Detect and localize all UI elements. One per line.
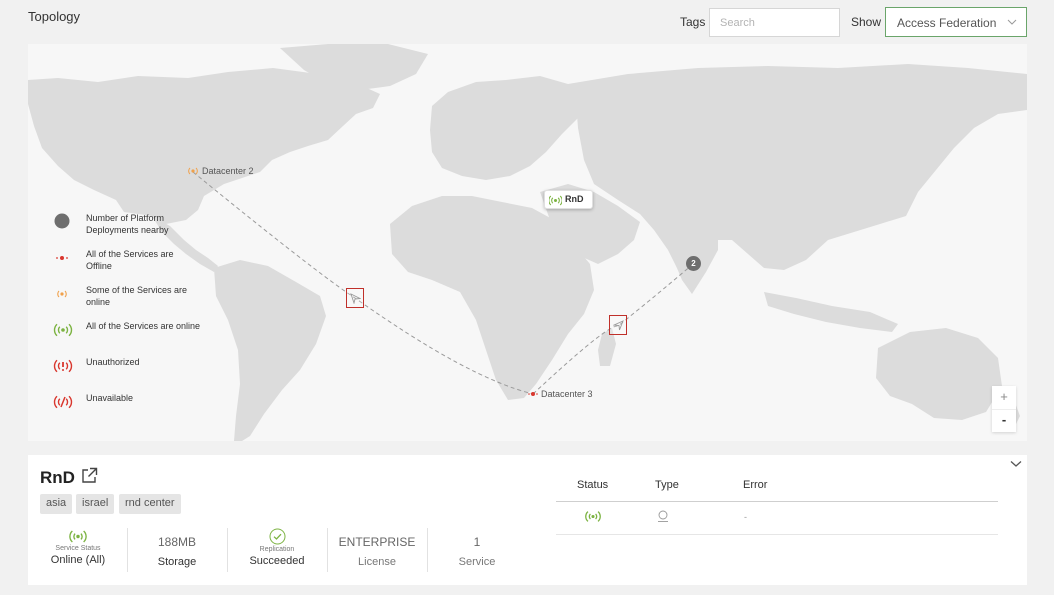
plane-icon <box>613 320 624 331</box>
land-north-america <box>28 68 380 224</box>
tag-chip: asia <box>40 494 73 514</box>
check-circle-icon <box>269 528 285 545</box>
offline-dot-icon[interactable] <box>528 392 538 396</box>
table-header-divider <box>556 501 998 502</box>
land-australia <box>876 328 1002 420</box>
column-header-error[interactable]: Error <box>743 479 767 491</box>
online-signal-icon <box>69 530 87 543</box>
table-row-error: - <box>744 512 747 522</box>
tag-chip: israel <box>76 494 115 514</box>
legend-item: All of the Services are Offline <box>52 248 202 278</box>
rnd-marker-label: RnD <box>565 194 584 204</box>
service-count-label: Service <box>458 556 496 568</box>
datacenter3-label[interactable]: Datacenter 3 <box>541 389 593 399</box>
chevron-down-icon <box>1007 19 1017 25</box>
deployment-title: RnD <box>40 468 75 487</box>
land-europe <box>430 76 584 180</box>
legend-item: Unauthorized <box>52 356 202 386</box>
land-asia <box>568 64 1027 276</box>
column-header-type[interactable]: Type <box>655 479 679 491</box>
divider <box>427 528 428 572</box>
online-signal-icon <box>585 511 601 522</box>
external-link-icon[interactable] <box>81 467 98 484</box>
legend-item-label: Some of the Services are online <box>86 285 188 307</box>
land-south-america <box>214 260 326 441</box>
service-count-stat: 1 Service <box>438 527 516 575</box>
service-status-value: Online (All) <box>50 554 106 566</box>
legend-item-label: Number of Platform Deployments nearby <box>86 213 169 235</box>
unauthorized-signal-icon <box>53 359 73 373</box>
zoom-in-button[interactable]: + <box>992 386 1016 409</box>
partial-signal-icon <box>57 290 67 298</box>
topology-map[interactable]: Datacenter 2 Datacenter 3 RnD 2 Number o… <box>28 44 1027 441</box>
legend-item: Some of the Services are online <box>52 284 202 314</box>
legend-item-label: All of the Services are online <box>86 321 201 331</box>
table-row-type[interactable] <box>657 510 669 528</box>
table-row-status[interactable] <box>584 510 602 528</box>
deployment-details-panel: RnD asia israel rnd center Service Statu… <box>28 455 1027 585</box>
cluster-count-marker[interactable]: 2 <box>686 256 701 271</box>
legend-item: Unavailable <box>52 392 202 422</box>
online-signal-icon <box>53 323 73 337</box>
chevron-down-icon[interactable] <box>1010 460 1022 468</box>
replication-stat: Replication Succeeded <box>238 527 316 575</box>
tags-search-input[interactable] <box>709 8 840 37</box>
online-signal-icon <box>549 195 562 206</box>
show-label: Show <box>851 15 882 29</box>
zoom-control: + - <box>992 386 1016 432</box>
cluster-dot-icon <box>54 213 70 229</box>
zoom-out-button[interactable]: - <box>992 409 1016 432</box>
offline-dot-icon <box>56 256 68 260</box>
divider <box>227 528 228 572</box>
legend-item-label: All of the Services are Offline <box>86 249 174 271</box>
legend-item: Number of Platform Deployments nearby <box>52 212 202 242</box>
service-status-label: Service Status <box>55 545 101 552</box>
legend-item: All of the Services are online <box>52 320 202 350</box>
show-select-value: Access Federation <box>897 16 997 30</box>
service-type-icon <box>658 510 668 522</box>
datacenter2-label[interactable]: Datacenter 2 <box>202 166 254 176</box>
tags-label: Tags <box>680 15 706 29</box>
route-plane-marker[interactable] <box>346 288 364 308</box>
service-status-stat: Service Status Online (All) <box>40 527 116 575</box>
license-value: ENTERPRISE <box>338 535 416 549</box>
land-indonesia <box>764 292 898 332</box>
replication-label: Replication <box>259 546 295 553</box>
column-header-status[interactable]: Status <box>577 479 608 491</box>
divider <box>127 528 128 572</box>
plane-icon <box>350 293 361 304</box>
license-label: License <box>358 556 396 568</box>
rnd-marker[interactable]: RnD <box>544 190 593 209</box>
unavailable-signal-icon <box>53 395 73 409</box>
table-row-divider <box>556 534 998 535</box>
route-plane-marker[interactable] <box>609 315 627 335</box>
storage-label: Storage <box>157 556 197 568</box>
page-title: Topology <box>28 9 81 24</box>
storage-stat: 188MB Storage <box>138 527 216 575</box>
service-count-value: 1 <box>473 535 481 549</box>
divider <box>327 528 328 572</box>
license-stat: ENTERPRISE License <box>338 527 416 575</box>
show-select[interactable]: Access Federation <box>885 7 1027 37</box>
tag-chip: rnd center <box>119 494 181 514</box>
legend-item-label: Unavailable <box>86 393 134 403</box>
legend-item-label: Unauthorized <box>86 357 140 367</box>
replication-value: Succeeded <box>249 555 305 567</box>
storage-value: 188MB <box>157 535 197 549</box>
